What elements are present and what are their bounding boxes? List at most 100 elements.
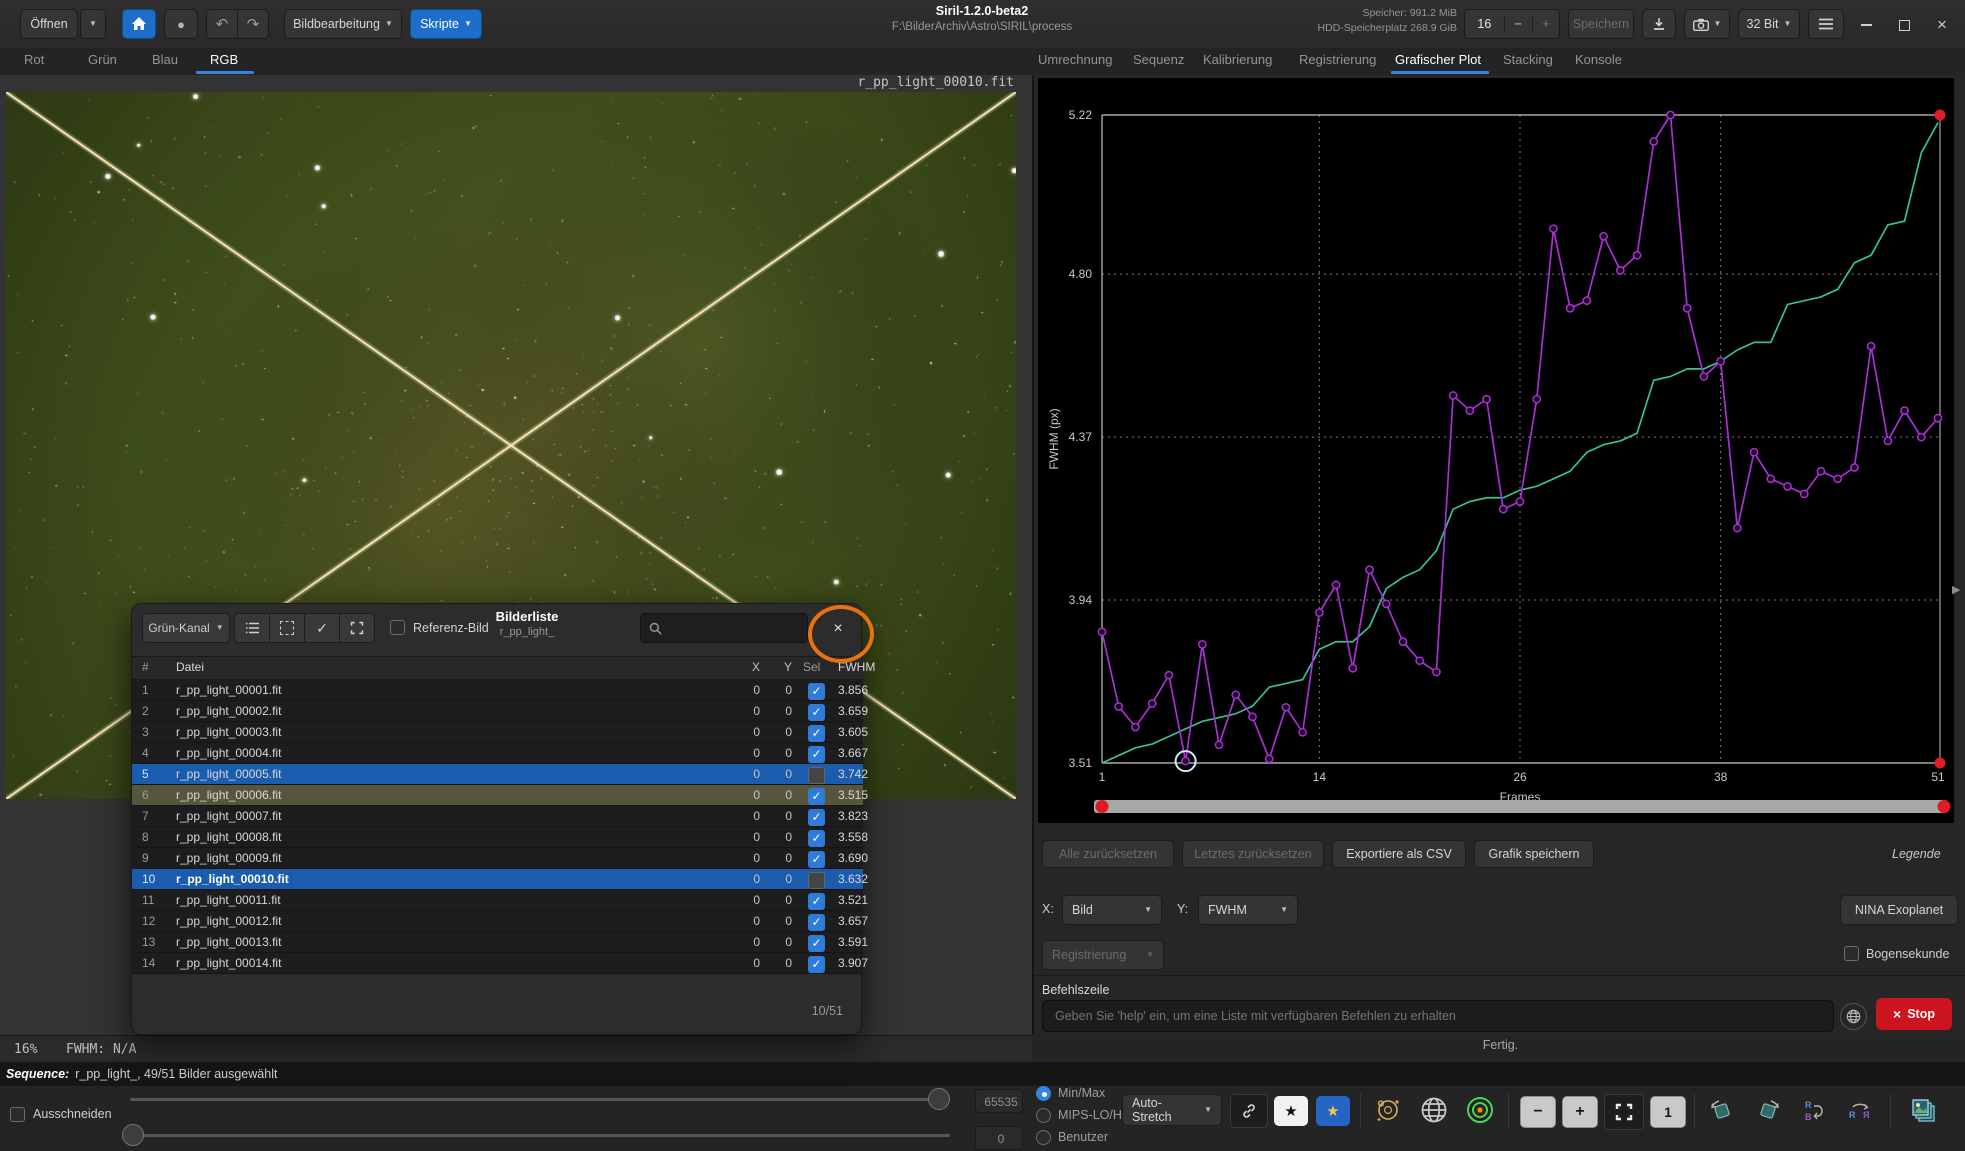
hamburger-menu-button[interactable] bbox=[1808, 9, 1844, 39]
snapshot-button[interactable]: ▼ bbox=[1684, 9, 1730, 39]
high-slider-handle[interactable] bbox=[928, 1088, 950, 1110]
row-selected-checkbox[interactable]: ✓ bbox=[808, 830, 825, 847]
tab-plot[interactable]: Grafischer Plot bbox=[1395, 52, 1481, 67]
plot-area[interactable]: 5.224.804.373.943.51114263851FramesFWHM … bbox=[1038, 78, 1954, 823]
expand-button[interactable] bbox=[339, 613, 375, 643]
row-selected-checkbox[interactable]: ✓ bbox=[808, 809, 825, 826]
tab-calibration[interactable]: Kalibrierung bbox=[1203, 52, 1272, 67]
nina-exoplanet-button[interactable]: NINA Exoplanet bbox=[1840, 895, 1958, 925]
row-selected-checkbox[interactable]: ✓ bbox=[808, 956, 825, 973]
selection-mode-button[interactable] bbox=[269, 613, 305, 643]
cut-checkbox[interactable] bbox=[10, 1107, 25, 1122]
mips-radio[interactable] bbox=[1036, 1108, 1051, 1123]
row-selected-checkbox[interactable]: ✓ bbox=[808, 725, 825, 742]
row-selected-checkbox[interactable]: ✓ bbox=[808, 914, 825, 931]
registration-dropdown[interactable]: Registrierung▼ bbox=[1042, 940, 1164, 970]
scripts-menu-button[interactable]: Skripte▼ bbox=[410, 9, 482, 39]
fwhm-plot[interactable]: 5.224.804.373.943.51114263851FramesFWHM … bbox=[1038, 78, 1954, 823]
reset-all-button[interactable]: Alle zurücksetzen bbox=[1042, 840, 1174, 868]
zoom-value[interactable]: 16 bbox=[1465, 17, 1504, 31]
image-list-row[interactable]: 11r_pp_light_00011.fit00✓3.521 bbox=[132, 890, 863, 911]
photometry-button[interactable] bbox=[1460, 1092, 1500, 1128]
search-input[interactable] bbox=[668, 620, 799, 636]
row-selected-checkbox[interactable]: ✓ bbox=[808, 851, 825, 868]
undo-button[interactable]: ↶ bbox=[206, 9, 238, 39]
row-selected-checkbox[interactable]: ✓ bbox=[808, 893, 825, 910]
tab-red[interactable]: Rot bbox=[24, 52, 44, 67]
tab-rgb[interactable]: RGB bbox=[210, 52, 238, 67]
row-selected-checkbox[interactable]: ✓ bbox=[808, 788, 825, 805]
tab-green[interactable]: Grün bbox=[88, 52, 117, 67]
tab-conversion[interactable]: Umrechnung bbox=[1038, 52, 1112, 67]
minimize-button[interactable] bbox=[1852, 12, 1880, 38]
web-search-button[interactable] bbox=[1414, 1092, 1454, 1128]
record-button[interactable]: ● bbox=[164, 9, 198, 39]
save-as-button[interactable] bbox=[1642, 9, 1676, 39]
star-detection-toggle[interactable]: ★ bbox=[1316, 1096, 1350, 1126]
row-selected-checkbox[interactable] bbox=[808, 767, 825, 784]
row-selected-checkbox[interactable]: ✓ bbox=[808, 683, 825, 700]
zoom-out-button[interactable]: − bbox=[1520, 1096, 1556, 1128]
image-list-row[interactable]: 6r_pp_light_00006.fit00✓3.515 bbox=[132, 785, 863, 806]
flip-horizontal-button[interactable]: RЯ bbox=[1840, 1094, 1880, 1128]
image-list-row[interactable]: 9r_pp_light_00009.fit00✓3.690 bbox=[132, 848, 863, 869]
astrometry-button[interactable] bbox=[1368, 1092, 1408, 1128]
image-list-row[interactable]: 13r_pp_light_00013.fit00✓3.591 bbox=[132, 932, 863, 953]
stretch-mode-dropdown[interactable]: Auto-Stretch▼ bbox=[1122, 1094, 1222, 1126]
home-button[interactable] bbox=[122, 9, 156, 39]
open-caret-button[interactable]: ▼ bbox=[80, 9, 106, 39]
stop-button[interactable]: ×Stop bbox=[1876, 998, 1952, 1030]
tab-registration[interactable]: Registrierung bbox=[1299, 52, 1376, 67]
row-selected-checkbox[interactable] bbox=[808, 872, 825, 889]
rotate-right-button[interactable] bbox=[1748, 1094, 1788, 1128]
open-button[interactable]: Öffnen bbox=[20, 9, 78, 39]
minmax-radio[interactable] bbox=[1036, 1086, 1051, 1101]
panel-expander-arrow[interactable]: ▶ bbox=[1952, 583, 1960, 596]
reset-last-button[interactable]: Letztes zurücksetzen bbox=[1182, 840, 1324, 868]
save-button[interactable]: Speichern bbox=[1568, 9, 1634, 39]
channel-dropdown[interactable]: Grün-Kanal▼ bbox=[142, 613, 230, 643]
command-input[interactable] bbox=[1053, 1008, 1823, 1024]
image-processing-menu-button[interactable]: Bildbearbeitung▼ bbox=[284, 9, 402, 39]
y-axis-dropdown[interactable]: FWHM▼ bbox=[1198, 895, 1298, 925]
dial og-close-button[interactable]: × bbox=[826, 617, 850, 641]
export-csv-button[interactable]: Exportiere als CSV bbox=[1332, 840, 1466, 868]
zoom-in-button[interactable]: + bbox=[1562, 1096, 1598, 1128]
low-slider-handle[interactable] bbox=[122, 1124, 144, 1146]
select-all-button[interactable]: ✓ bbox=[304, 613, 340, 643]
reference-image-checkbox[interactable] bbox=[390, 620, 405, 635]
redo-button[interactable]: ↷ bbox=[237, 9, 269, 39]
zoom-increase-button[interactable]: + bbox=[1532, 17, 1559, 31]
user-radio[interactable] bbox=[1036, 1130, 1051, 1145]
row-selected-checkbox[interactable]: ✓ bbox=[808, 704, 825, 721]
image-list-button[interactable] bbox=[1900, 1090, 1946, 1130]
image-list-row[interactable]: 2r_pp_light_00002.fit00✓3.659 bbox=[132, 701, 863, 722]
image-list-row[interactable]: 8r_pp_light_00008.fit00✓3.558 bbox=[132, 827, 863, 848]
zoom-decrease-button[interactable]: − bbox=[1504, 17, 1532, 31]
star-mask-toggle[interactable]: ★ bbox=[1274, 1096, 1308, 1126]
image-list-row[interactable]: 12r_pp_light_00012.fit00✓3.657 bbox=[132, 911, 863, 932]
flip-vertical-button[interactable]: RB bbox=[1794, 1094, 1834, 1128]
list-view-button[interactable] bbox=[234, 613, 270, 643]
image-list-row[interactable]: 14r_pp_light_00014.fit00✓3.907 bbox=[132, 953, 863, 974]
arcsecond-checkbox[interactable] bbox=[1844, 946, 1859, 961]
high-slider-track[interactable] bbox=[130, 1098, 950, 1101]
zoom-fit-button[interactable] bbox=[1604, 1094, 1644, 1130]
tab-stacking[interactable]: Stacking bbox=[1503, 52, 1553, 67]
save-graph-button[interactable]: Grafik speichern bbox=[1474, 840, 1594, 868]
image-list-row[interactable]: 3r_pp_light_00003.fit00✓3.605 bbox=[132, 722, 863, 743]
row-selected-checkbox[interactable]: ✓ bbox=[808, 746, 825, 763]
high-value-input[interactable] bbox=[976, 1090, 1026, 1114]
image-list-row[interactable]: 4r_pp_light_00004.fit00✓3.667 bbox=[132, 743, 863, 764]
image-list-row[interactable]: 1r_pp_light_00001.fit00✓3.856 bbox=[132, 680, 863, 701]
link-channels-button[interactable] bbox=[1230, 1094, 1268, 1128]
row-selected-checkbox[interactable]: ✓ bbox=[808, 935, 825, 952]
zoom-one-button[interactable]: 1 bbox=[1650, 1096, 1686, 1128]
low-slider-track[interactable] bbox=[130, 1134, 950, 1137]
x-axis-dropdown[interactable]: Bild▼ bbox=[1062, 895, 1162, 925]
rotate-left-button[interactable] bbox=[1702, 1094, 1742, 1128]
close-window-button[interactable]: × bbox=[1928, 12, 1956, 38]
image-list-row[interactable]: 10r_pp_light_00010.fit003.632 bbox=[132, 869, 863, 890]
maximize-button[interactable] bbox=[1890, 12, 1918, 38]
tab-console[interactable]: Konsole bbox=[1575, 52, 1622, 67]
